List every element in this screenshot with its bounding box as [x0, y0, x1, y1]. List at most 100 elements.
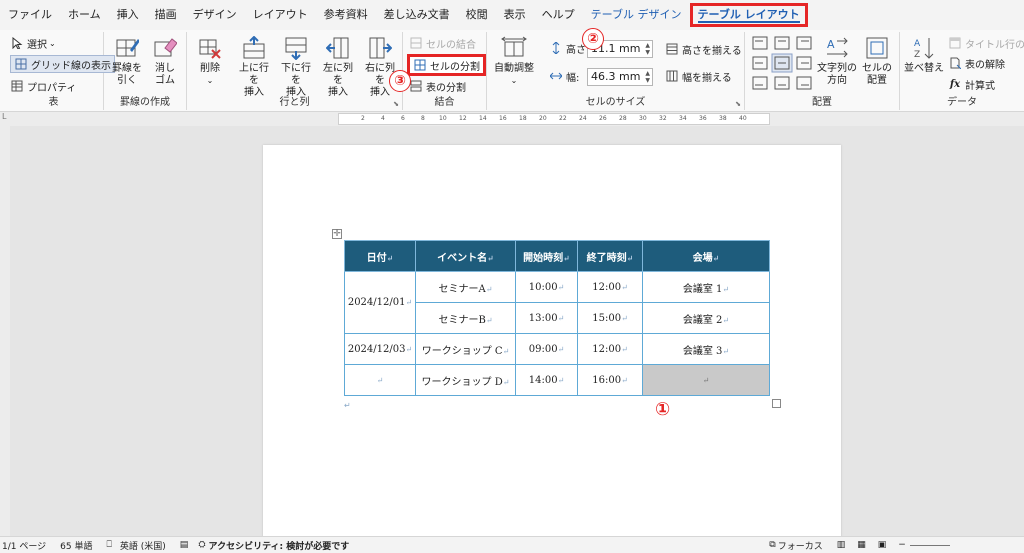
date-cell[interactable]: 2024/12/03↵ [344, 333, 416, 365]
formula-button[interactable]: fx 計算式 [948, 75, 995, 93]
insert-above-button[interactable]: 上に行を 挿入 [235, 35, 273, 99]
eraser-button[interactable]: 消し ゴム [148, 35, 182, 87]
merge-cells-button[interactable]: セルの結合 [409, 34, 476, 52]
start-cell[interactable]: 14:00↵ [515, 364, 578, 396]
header-event: イベント名 [437, 252, 488, 264]
split-cells-button[interactable]: セルの分割 [407, 54, 486, 76]
ruler-tick: 6 [401, 115, 405, 122]
header-cell[interactable]: 日付↵ [344, 240, 416, 272]
venue-cell[interactable]: 会議室 2↵ [642, 302, 770, 334]
document-page[interactable]: ✛ 日付↵ イベント名↵ 開始時刻↵ 終了時刻↵ 会場↵ 2024/12/01↵… [263, 145, 841, 545]
tab-stop-icon[interactable]: L [2, 112, 6, 121]
autofit-button[interactable]: 自動調整 ⌄ [491, 35, 537, 87]
paragraph-mark: ↵ [722, 315, 730, 325]
header-cell[interactable]: 終了時刻↵ [577, 240, 643, 272]
start-cell[interactable]: 13:00↵ [515, 302, 578, 334]
distribute-rows-button[interactable]: 高さを揃える [665, 40, 742, 58]
tab-mailings[interactable]: 差し込み文書 [376, 0, 458, 30]
tab-table-layout[interactable]: テーブル レイアウト [689, 3, 808, 27]
word-count[interactable]: 65 単語 [60, 539, 92, 552]
table-resize-handle-icon[interactable] [772, 399, 781, 408]
insert-below-button[interactable]: 下に行を 挿入 [277, 35, 315, 99]
tab-file[interactable]: ファイル [0, 0, 60, 30]
delete-button[interactable]: 削除 ⌄ [193, 35, 227, 87]
cell-margins-button[interactable]: セルの 配置 [859, 35, 895, 87]
cell-margins-line1: セルの [862, 63, 892, 74]
event-cell[interactable]: ワークショップ D↵ [415, 364, 516, 396]
end-cell[interactable]: 16:00↵ [577, 364, 643, 396]
insert-left-button[interactable]: 左に列を 挿入 [319, 35, 357, 99]
focus-mode-button[interactable]: フォーカス [778, 539, 823, 552]
text-direction-button[interactable]: A 文字列の 方向 [817, 35, 857, 87]
table-row: ↵ ワークショップ D↵ 14:00↵ 16:00↵ ↵ [344, 364, 770, 396]
ruler-tick: 32 [659, 115, 667, 122]
date-cell[interactable]: ↵ [344, 364, 416, 396]
tab-help[interactable]: ヘルプ [534, 0, 583, 30]
tab-layout[interactable]: レイアウト [245, 0, 316, 30]
column-width-icon [549, 69, 563, 83]
print-layout-icon[interactable]: ▦ [857, 540, 866, 550]
event-cell[interactable]: セミナーB↵ [415, 302, 516, 334]
header-cell[interactable]: イベント名↵ [415, 240, 516, 272]
end-cell[interactable]: 15:00↵ [577, 302, 643, 334]
tab-home[interactable]: ホーム [60, 0, 109, 30]
header-cell[interactable]: 開始時刻↵ [515, 240, 578, 272]
predictions-icon[interactable]: ▤ [180, 540, 189, 550]
tab-insert[interactable]: 挿入 [109, 0, 147, 30]
accessibility-status[interactable]: アクセシビリティ: 検討が必要です [209, 539, 350, 552]
width-input[interactable]: 46.3 mm ▲ ▼ [587, 68, 653, 86]
ruler-tick: 2 [361, 115, 365, 122]
tab-draw[interactable]: 描画 [147, 0, 185, 30]
event-cell[interactable]: ワークショップ C↵ [415, 333, 516, 365]
width-value: 46.3 mm [591, 70, 641, 83]
venue-cell[interactable]: 会議室 3↵ [642, 333, 770, 365]
sort-button[interactable]: AZ 並べ替え [904, 35, 944, 75]
spin-arrows-icon[interactable]: ▲ ▼ [645, 70, 650, 84]
pencil-table-icon [114, 35, 140, 61]
start-cell[interactable]: 10:00↵ [515, 271, 578, 303]
date-value: 2024/12/01 [347, 297, 406, 308]
tab-design[interactable]: デザイン [185, 0, 245, 30]
page-count[interactable]: 1/1 ページ [2, 539, 46, 552]
end-paragraph-mark: ↵ [344, 401, 351, 410]
dialog-launcher-icon[interactable]: ⬊ [393, 100, 399, 108]
header-cell[interactable]: 会場↵ [642, 240, 770, 272]
ruler-tick: 24 [579, 115, 587, 122]
paragraph-mark: ↵ [502, 346, 510, 356]
tab-references[interactable]: 参考資料 [316, 0, 376, 30]
language[interactable]: 英語 (米国) [120, 539, 166, 552]
event-cell[interactable]: セミナーA↵ [415, 271, 516, 303]
venue-value: 会議室 3 [682, 345, 723, 357]
paragraph-mark: ↵ [712, 252, 720, 263]
draw-table-button[interactable]: 罫線を 引く [110, 35, 144, 87]
header-date: 日付 [366, 252, 387, 264]
venue-cell[interactable]: 会議室 1↵ [642, 271, 770, 303]
convert-to-text-button[interactable]: 表の解除 [948, 54, 1005, 72]
read-mode-icon[interactable]: ▥ [837, 540, 846, 550]
spin-arrows-icon[interactable]: ▲ ▼ [645, 42, 650, 56]
autofit-icon [501, 35, 527, 61]
web-layout-icon[interactable]: ▣ [878, 540, 887, 550]
dialog-launcher-icon[interactable]: ⬊ [735, 100, 741, 108]
tab-table-design[interactable]: テーブル デザイン [583, 0, 690, 30]
select-button[interactable]: 選択 ⌄ [10, 34, 56, 52]
ribbon: 選択 ⌄ グリッド線の表示 プロパティ 表 罫線を 引く 消し ゴム 罫線の作成 [0, 28, 1024, 112]
date-cell[interactable]: 2024/12/01↵ [344, 271, 416, 334]
table-move-handle-icon[interactable]: ✛ [332, 229, 342, 239]
group-data-label: データ [947, 97, 977, 108]
repeat-header-icon [948, 36, 962, 50]
distribute-cols-button[interactable]: 幅を揃える [665, 67, 732, 85]
zoom-out-icon[interactable]: − [898, 540, 906, 550]
repeat-header-button[interactable]: タイトル行の繰り [948, 34, 1024, 52]
end-cell[interactable]: 12:00↵ [577, 271, 643, 303]
tab-review[interactable]: 校閲 [458, 0, 496, 30]
selected-venue-cell[interactable]: ↵ [642, 364, 770, 396]
zoom-slider[interactable] [909, 544, 950, 546]
end-cell[interactable]: 12:00↵ [577, 333, 643, 365]
tab-view[interactable]: 表示 [496, 0, 534, 30]
book-icon[interactable]: ⎕ [107, 540, 112, 550]
start-cell[interactable]: 09:00↵ [515, 333, 578, 365]
gridlines-button[interactable]: グリッド線の表示 [10, 55, 115, 73]
ruler-tick: 14 [479, 115, 487, 122]
table-row: 2024/12/03↵ ワークショップ C↵ 09:00↵ 12:00↵ 会議室… [344, 333, 770, 365]
